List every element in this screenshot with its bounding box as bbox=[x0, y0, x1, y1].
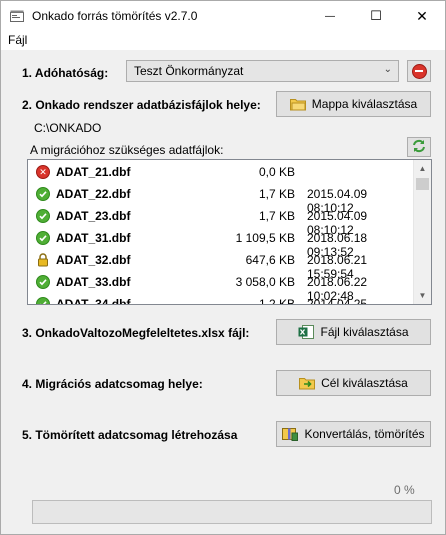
close-button[interactable]: ✕ bbox=[399, 1, 445, 31]
authority-selected: Teszt Önkormányzat bbox=[134, 64, 244, 78]
check-icon bbox=[36, 297, 50, 304]
check-icon bbox=[36, 231, 50, 245]
file-size: 0,0 KB bbox=[258, 165, 295, 179]
migration-files-label: A migrációhoz szükséges adatfájlok: bbox=[30, 143, 224, 157]
compress-label: 5. Tömörített adatcsomag létrehozása bbox=[22, 428, 238, 442]
select-target-button[interactable]: Cél kiválasztása bbox=[276, 370, 431, 396]
file-size: 1,7 KB bbox=[258, 187, 295, 201]
excel-icon bbox=[298, 325, 315, 339]
file-name: ADAT_21.dbf bbox=[56, 165, 131, 179]
error-icon: ✕ bbox=[36, 165, 50, 179]
check-icon bbox=[36, 275, 50, 289]
select-file-button[interactable]: Fájl kiválasztása bbox=[276, 319, 431, 345]
progress-bar bbox=[32, 500, 432, 524]
scroll-thumb[interactable] bbox=[416, 178, 429, 190]
db-files-label: 2. Onkado rendszer adatbázisfájlok helye… bbox=[22, 98, 261, 112]
select-target-label: Cél kiválasztása bbox=[321, 376, 408, 390]
select-folder-button[interactable]: Mappa kiválasztása bbox=[276, 91, 431, 117]
file-size: 1,2 KB bbox=[258, 297, 295, 305]
xlsx-label: 3. OnkadoValtozoMegfeleltetes.xlsx fájl: bbox=[22, 326, 250, 340]
chevron-down-icon: ⌄ bbox=[383, 64, 392, 75]
close-icon: ✕ bbox=[416, 7, 428, 24]
file-size: 647,6 KB bbox=[245, 253, 295, 267]
minimize-button[interactable]: — bbox=[307, 1, 353, 31]
refresh-icon bbox=[411, 138, 427, 157]
file-row[interactable]: ADAT_23.dbf 1,7 KB 2015.04.09 08:10:12 bbox=[28, 205, 413, 237]
file-row[interactable]: ✕ ADAT_21.dbf 0,0 KB bbox=[28, 161, 413, 183]
maximize-button[interactable]: ☐ bbox=[353, 1, 399, 31]
check-icon bbox=[36, 187, 50, 201]
file-row[interactable]: ADAT_32.dbf 647,6 KB 2018.06.21 15:59:54 bbox=[28, 249, 413, 281]
file-date: 2014.04.25 13:46:02 bbox=[307, 297, 368, 305]
window-title: Onkado forrás tömörítés v2.7.0 bbox=[32, 9, 198, 23]
folder-arrow-icon bbox=[299, 376, 316, 390]
archive-icon bbox=[282, 427, 299, 441]
select-file-label: Fájl kiválasztása bbox=[320, 325, 409, 339]
migration-files-list[interactable]: ✕ ADAT_21.dbf 0,0 KB ADAT_22.dbf 1,7 KB 2015.… bbox=[27, 159, 432, 305]
file-size: 1,7 KB bbox=[258, 209, 295, 223]
file-row[interactable]: ADAT_31.dbf 1 109,5 KB 2018.06.18 09:13:52 bbox=[28, 227, 413, 259]
file-name: ADAT_23.dbf bbox=[56, 209, 131, 223]
file-name: ADAT_34.dbf bbox=[56, 297, 131, 305]
target-label: 4. Migrációs adatcsomag helye: bbox=[22, 377, 203, 391]
maximize-icon: ☐ bbox=[370, 8, 382, 23]
file-size: 1 109,5 KB bbox=[235, 231, 295, 245]
app-icon bbox=[10, 10, 24, 22]
refresh-button[interactable] bbox=[407, 137, 431, 157]
main-window: Onkado forrás tömörítés v2.7.0 — ☐ ✕ Fáj… bbox=[0, 0, 446, 535]
file-name: ADAT_33.dbf bbox=[56, 275, 131, 289]
file-name: ADAT_32.dbf bbox=[56, 253, 131, 267]
db-path-text: C:\ONKADO bbox=[34, 121, 102, 135]
vertical-scrollbar[interactable]: ▲ ▼ bbox=[413, 160, 431, 304]
scroll-down-icon[interactable]: ▼ bbox=[414, 287, 431, 304]
minimize-icon: — bbox=[325, 10, 335, 22]
convert-compress-label: Konvertálás, tömörítés bbox=[304, 427, 425, 441]
file-name: ADAT_22.dbf bbox=[56, 187, 131, 201]
authority-label: 1. Adóhatóság: bbox=[22, 66, 109, 80]
menu-file[interactable]: Fájl bbox=[8, 33, 27, 47]
minus-icon bbox=[411, 63, 427, 79]
file-name: ADAT_31.dbf bbox=[56, 231, 131, 245]
folder-icon bbox=[289, 97, 306, 111]
file-row[interactable]: ADAT_34.dbf 1,2 KB 2014.04.25 13:46:02 bbox=[28, 293, 413, 305]
file-row[interactable]: ADAT_33.dbf 3 058,0 KB 2018.06.22 10:02:48 bbox=[28, 271, 413, 303]
file-row[interactable]: ADAT_22.dbf 1,7 KB 2015.04.09 08:10:12 bbox=[28, 183, 413, 215]
file-size: 3 058,0 KB bbox=[235, 275, 295, 289]
select-folder-label: Mappa kiválasztása bbox=[311, 97, 418, 111]
authority-dropdown[interactable]: Teszt Önkormányzat ⌄ bbox=[126, 60, 399, 82]
convert-compress-button[interactable]: Konvertálás, tömörítés bbox=[276, 421, 431, 447]
progress-percent: 0 % bbox=[394, 483, 415, 497]
title-bar[interactable]: Onkado forrás tömörítés v2.7.0 — ☐ ✕ bbox=[1, 1, 445, 31]
remove-authority-button[interactable] bbox=[407, 60, 431, 82]
menu-bar: Fájl bbox=[1, 31, 445, 50]
lock-icon bbox=[36, 253, 50, 267]
check-icon bbox=[36, 209, 50, 223]
scroll-up-icon[interactable]: ▲ bbox=[414, 160, 431, 177]
